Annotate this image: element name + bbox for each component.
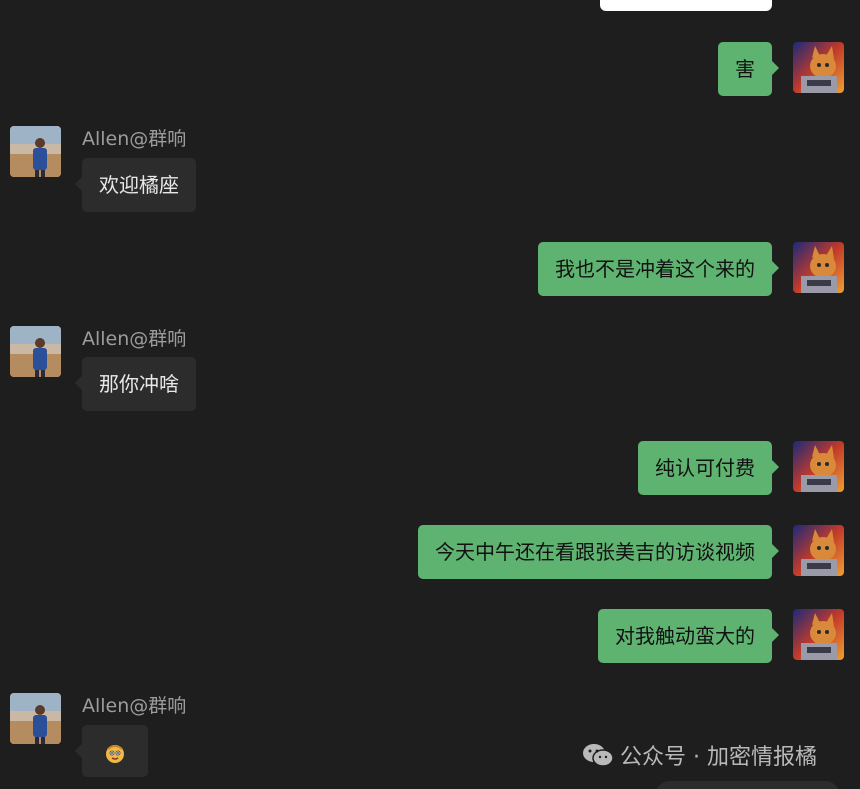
chat-screen: 害 Allen@群响 欢迎橘座 我也不是冲着这个来的 Allen@群响 那你冲啥… (0, 0, 860, 789)
watermark-text: 公众号 · 加密情报橘 (620, 745, 817, 770)
sender-name: Allen@群响 (82, 328, 187, 350)
cat-avatar-image (793, 525, 844, 576)
smile-face-emoji-icon (106, 744, 124, 763)
my-message-bubble[interactable]: 我也不是冲着这个来的 (538, 242, 779, 296)
my-avatar[interactable] (793, 441, 844, 492)
my-message-bubble[interactable]: 今天中午还在看跟张美吉的访谈视频 (418, 525, 779, 579)
sender-name: Allen@群响 (82, 128, 187, 150)
cat-avatar-image (793, 42, 844, 93)
person-avatar-image (10, 693, 61, 744)
watermark: 公众号 · 加密情报橘 (582, 740, 817, 770)
my-message-bubble[interactable]: 对我触动蛮大的 (598, 609, 779, 663)
person-avatar-image (10, 326, 61, 377)
my-avatar[interactable] (793, 525, 844, 576)
their-message-bubble[interactable] (75, 725, 148, 777)
bottom-pill-partial[interactable] (655, 781, 840, 789)
allen-avatar[interactable] (10, 693, 61, 744)
sender-name: Allen@群响 (82, 695, 187, 717)
cat-avatar-image (793, 242, 844, 293)
my-avatar[interactable] (793, 242, 844, 293)
my-avatar[interactable] (793, 609, 844, 660)
allen-avatar[interactable] (10, 126, 61, 177)
cat-avatar-image (793, 441, 844, 492)
their-message-bubble[interactable]: 那你冲啥 (75, 357, 196, 411)
shared-card-partial[interactable] (600, 0, 772, 11)
wechat-icon (583, 744, 614, 767)
my-message-bubble[interactable]: 纯认可付费 (638, 441, 779, 495)
their-message-bubble[interactable]: 欢迎橘座 (75, 158, 196, 212)
my-avatar[interactable] (793, 42, 844, 93)
cat-avatar-image (793, 609, 844, 660)
allen-avatar[interactable] (10, 326, 61, 377)
my-message-bubble[interactable]: 害 (718, 42, 779, 96)
person-avatar-image (10, 126, 61, 177)
